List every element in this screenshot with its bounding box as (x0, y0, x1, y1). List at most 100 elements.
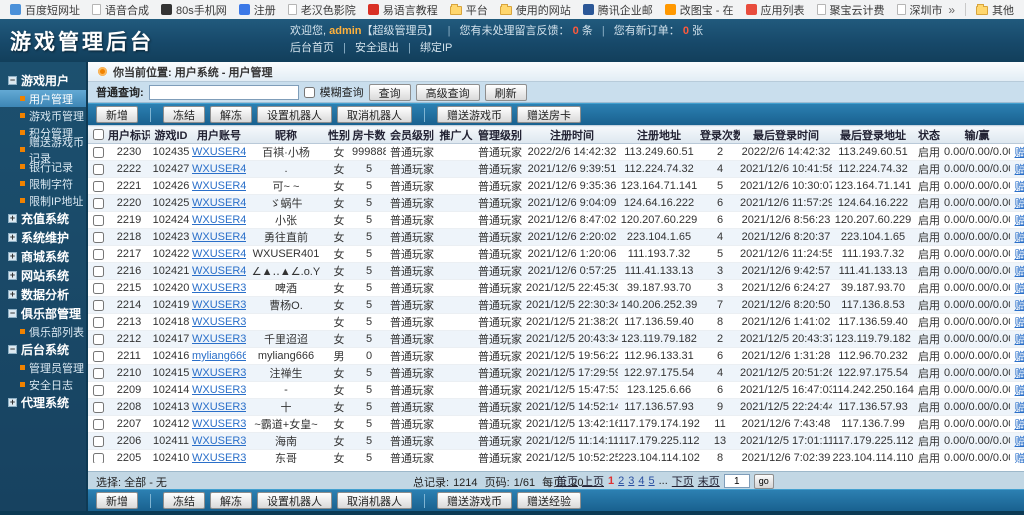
bookmark-item[interactable]: 深圳市零售 (891, 0, 942, 19)
account-link[interactable]: WXUSER401 (192, 248, 246, 260)
select-all-link[interactable]: 全部 (124, 477, 146, 489)
row-checkbox[interactable] (92, 214, 104, 226)
page-go-button[interactable]: go (753, 473, 774, 489)
toolbar-button-取消机器人[interactable]: 取消机器人 (337, 106, 412, 123)
row-checkbox[interactable] (92, 197, 104, 209)
bookmark-item[interactable]: 平台 (444, 0, 494, 19)
account-link[interactable]: WXUSER398 (192, 299, 246, 311)
row-checkbox[interactable] (92, 384, 104, 396)
bookmark-item[interactable]: 百度短网址 (4, 0, 86, 19)
next-page-link[interactable]: 下页 (672, 473, 694, 489)
row-checkbox[interactable] (92, 452, 104, 463)
toolbar-button-赠送游戏币[interactable]: 赠送游戏币 (437, 106, 512, 123)
manage-link[interactable]: 赠送游戏币 (1015, 266, 1024, 278)
bookmark-item[interactable]: 聚宝云计费 (811, 0, 891, 19)
expand-icon[interactable]: + (8, 214, 17, 223)
toolbar-button-冻结[interactable]: 冻结 (163, 106, 205, 123)
row-checkbox[interactable] (92, 316, 104, 328)
bookmark-other-folder[interactable]: 其他 (970, 0, 1020, 19)
advanced-search-button[interactable]: 高级查询 (415, 83, 480, 101)
toolbar-button-取消机器人[interactable]: 取消机器人 (337, 492, 412, 509)
sidebar-item-管理员管理[interactable]: 管理员管理 (0, 359, 86, 376)
bookmark-item[interactable]: 注册 (233, 0, 282, 19)
manage-link[interactable]: 赠送游戏币 (1015, 147, 1024, 159)
row-checkbox[interactable] (92, 333, 104, 345)
row-checkbox[interactable] (92, 248, 104, 260)
logout-link[interactable]: 安全退出 (355, 42, 399, 54)
refresh-button[interactable]: 刷新 (484, 83, 527, 101)
sidebar-group-系统维护[interactable]: + 系统维护 (0, 228, 86, 247)
bookmark-item[interactable]: 改图宝 - 在 (659, 0, 740, 19)
bookmarks-overflow-icon[interactable]: » (942, 3, 961, 17)
toolbar-button-解冻[interactable]: 解冻 (210, 106, 252, 123)
manage-link[interactable]: 赠送游戏币 (1015, 385, 1024, 397)
sidebar-item-用户管理[interactable]: 用户管理 (0, 90, 86, 107)
toolbar-button-解冻[interactable]: 解冻 (210, 492, 252, 509)
sidebar-item-赠送游戏币记录[interactable]: 赠送游戏币记录 (0, 137, 86, 165)
manage-link[interactable]: 赠送游戏币 (1015, 351, 1024, 363)
manage-link[interactable]: 赠送游戏币 (1015, 283, 1024, 295)
expand-icon[interactable]: + (8, 290, 17, 299)
select-none-link[interactable]: 无 (156, 477, 167, 489)
row-checkbox[interactable] (92, 282, 104, 294)
select-all-checkbox[interactable] (92, 129, 104, 141)
account-link[interactable]: WXUSER390 (192, 452, 246, 463)
toolbar-button-设置机器人[interactable]: 设置机器人 (257, 106, 332, 123)
manage-link[interactable]: 赠送游戏币 (1015, 164, 1024, 176)
row-checkbox[interactable] (92, 163, 104, 175)
bookmark-item[interactable]: 应用列表 (740, 0, 811, 19)
search-button[interactable]: 查询 (368, 83, 411, 101)
row-checkbox[interactable] (92, 265, 104, 277)
prev-page-link[interactable]: 上页 (582, 473, 604, 489)
search-input[interactable] (148, 84, 299, 100)
row-checkbox[interactable] (92, 435, 104, 447)
manage-link[interactable]: 赠送游戏币 (1015, 453, 1024, 463)
page-link-3[interactable]: 3 (628, 475, 634, 487)
sidebar-item-安全日志[interactable]: 安全日志 (0, 376, 86, 393)
sidebar-group-俱乐部管理[interactable]: − 俱乐部管理 (0, 304, 86, 323)
toolbar-button-新增[interactable]: 新增 (96, 492, 138, 509)
account-link[interactable]: WXUSER402 (192, 231, 246, 243)
sidebar-group-商城系统[interactable]: + 商城系统 (0, 247, 86, 266)
account-link[interactable]: myliang666 (192, 350, 246, 362)
expand-icon[interactable]: + (8, 233, 17, 242)
first-page-link[interactable]: 首页 (556, 473, 578, 489)
fuzzy-search-checkbox[interactable] (303, 86, 315, 98)
toolbar-button-赠送游戏币[interactable]: 赠送游戏币 (437, 492, 512, 509)
account-link[interactable]: WXUSER400 (192, 265, 246, 277)
manage-link[interactable]: 赠送游戏币 (1015, 334, 1024, 346)
manage-link[interactable]: 赠送游戏币 (1015, 198, 1024, 210)
toolbar-button-冻结[interactable]: 冻结 (163, 492, 205, 509)
manage-link[interactable]: 赠送游戏币 (1015, 419, 1024, 431)
bookmark-item[interactable]: 易语言教程 (362, 0, 444, 19)
account-link[interactable]: WXUSER405 (192, 180, 246, 192)
account-link[interactable]: WXUSER407 (192, 146, 246, 158)
manage-link[interactable]: 赠送游戏币 (1015, 300, 1024, 312)
bind-ip-link[interactable]: 绑定IP (420, 42, 452, 54)
expand-icon[interactable]: + (8, 271, 17, 280)
bookmark-item[interactable]: 80s手机网 (155, 0, 233, 19)
account-link[interactable]: WXUSER392 (192, 418, 246, 430)
manage-link[interactable]: 赠送游戏币 (1015, 402, 1024, 414)
sidebar-item-游戏币管理[interactable]: 游戏币管理 (0, 107, 86, 124)
sidebar-item-限制字符[interactable]: 限制字符 (0, 175, 86, 192)
row-checkbox[interactable] (92, 180, 104, 192)
expand-icon[interactable]: + (8, 252, 17, 261)
home-link[interactable]: 后台首页 (290, 42, 334, 54)
sidebar-group-数据分析[interactable]: + 数据分析 (0, 285, 86, 304)
sidebar-item-限制IP地址[interactable]: 限制IP地址 (0, 192, 86, 209)
bookmark-item[interactable]: 腾讯企业邮 (577, 0, 659, 19)
page-link-4[interactable]: 4 (638, 475, 644, 487)
page-link-2[interactable]: 2 (618, 475, 624, 487)
account-link[interactable]: WXUSER403 (192, 214, 246, 226)
sidebar-group-网站系统[interactable]: + 网站系统 (0, 266, 86, 285)
toolbar-button-新增[interactable]: 新增 (96, 106, 138, 123)
manage-link[interactable]: 赠送游戏币 (1015, 215, 1024, 227)
bookmark-item[interactable]: 使用的网站 (494, 0, 577, 19)
row-checkbox[interactable] (92, 299, 104, 311)
account-link[interactable]: WXUSER396 (192, 333, 246, 345)
toolbar-button-赠送房卡[interactable]: 赠送房卡 (517, 106, 581, 123)
sidebar-group-后台系统[interactable]: − 后台系统 (0, 340, 86, 359)
page-link-5[interactable]: 5 (649, 475, 655, 487)
bookmark-item[interactable]: 语音合成 (86, 0, 155, 19)
